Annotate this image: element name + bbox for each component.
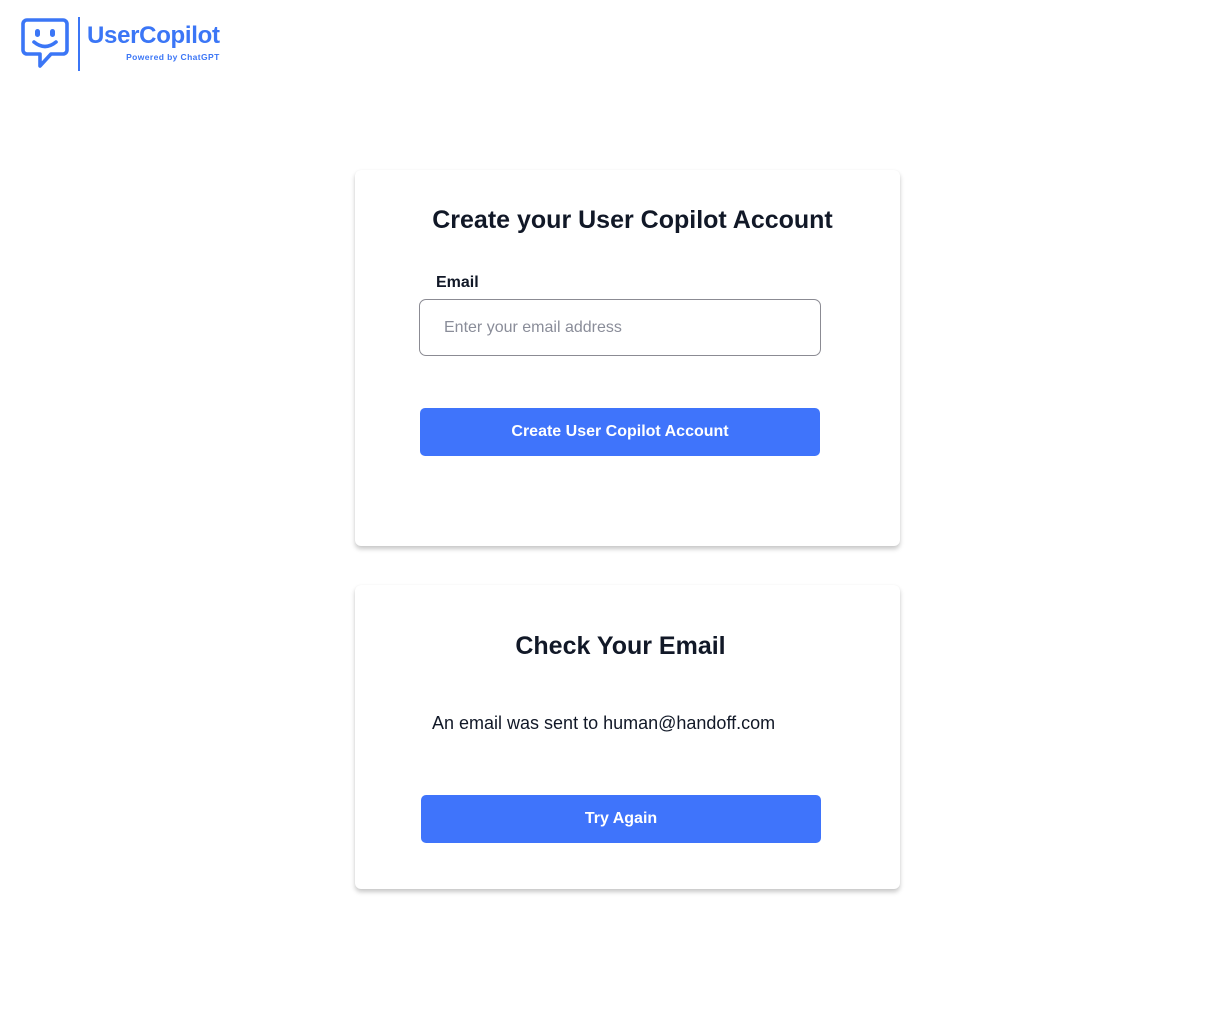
- brand-logo[interactable]: UserCopilot Powered by ChatGPT: [21, 16, 220, 72]
- email-input[interactable]: [419, 299, 821, 356]
- logo-divider: [78, 17, 80, 71]
- logo-text: UserCopilot Powered by ChatGPT: [87, 22, 220, 63]
- chat-bubble-smiley-icon: [21, 18, 69, 68]
- confirmation-card: Check Your Email An email was sent to hu…: [355, 585, 900, 889]
- email-label: Email: [436, 274, 479, 291]
- email-sent-message: An email was sent to human@handoff.com: [432, 713, 776, 733]
- brand-name: UserCopilot: [87, 21, 220, 49]
- create-account-button[interactable]: Create User Copilot Account: [420, 408, 820, 456]
- brand-tagline: Powered by ChatGPT: [126, 51, 220, 62]
- confirmation-title: Check Your Email: [515, 632, 726, 660]
- try-again-button[interactable]: Try Again: [421, 795, 821, 843]
- signup-card: Create your User Copilot Account Email C…: [355, 170, 900, 546]
- page: UserCopilot Powered by ChatGPT Create yo…: [0, 0, 1231, 1032]
- signup-title: Create your User Copilot Account: [432, 206, 833, 234]
